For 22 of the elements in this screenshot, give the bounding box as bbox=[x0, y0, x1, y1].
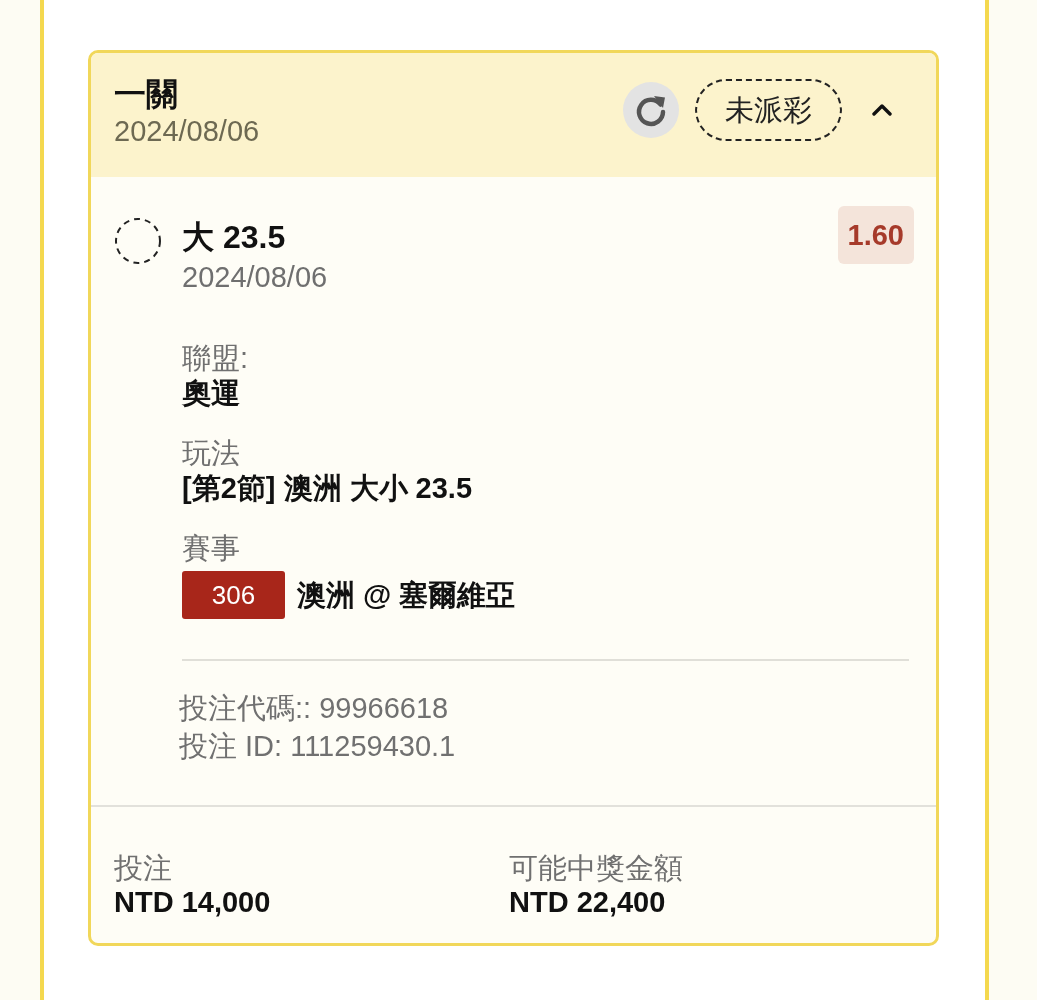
event-teams: 澳洲 @ 塞爾維亞 bbox=[297, 578, 516, 613]
detail-label: 聯盟: bbox=[182, 341, 250, 375]
bet-date: 2024/08/06 bbox=[114, 114, 260, 149]
event-number-badge: 306 bbox=[182, 571, 285, 619]
status-label: 未派彩 bbox=[695, 79, 842, 141]
detail-value: 奧運 bbox=[182, 376, 241, 411]
selection-name: 大 23.5 bbox=[182, 218, 287, 257]
detail-label: 賽事 bbox=[182, 531, 241, 565]
refresh-icon[interactable] bbox=[623, 82, 679, 138]
summary-amount: NTD 14,000 bbox=[114, 885, 272, 919]
selection-date: 2024/08/06 bbox=[182, 260, 328, 295]
summary-amount: NTD 22,400 bbox=[509, 885, 667, 919]
bet-type-title: 一關 bbox=[114, 75, 179, 113]
detail-value: [第2節] 澳洲 大小 23.5 bbox=[182, 471, 474, 506]
odds-badge: 1.60 bbox=[837, 206, 914, 264]
summary-label: 可能中獎金額 bbox=[509, 851, 684, 885]
bet-code-text: 投注 ID: 111259430.1 bbox=[179, 729, 457, 764]
bet-code-text: 投注代碼:: 99966618 bbox=[179, 691, 450, 726]
dashed-circle-icon bbox=[114, 217, 162, 265]
chevron-up-icon bbox=[872, 102, 892, 118]
detail-label: 玩法 bbox=[182, 436, 241, 470]
summary-label: 投注 bbox=[114, 851, 173, 885]
